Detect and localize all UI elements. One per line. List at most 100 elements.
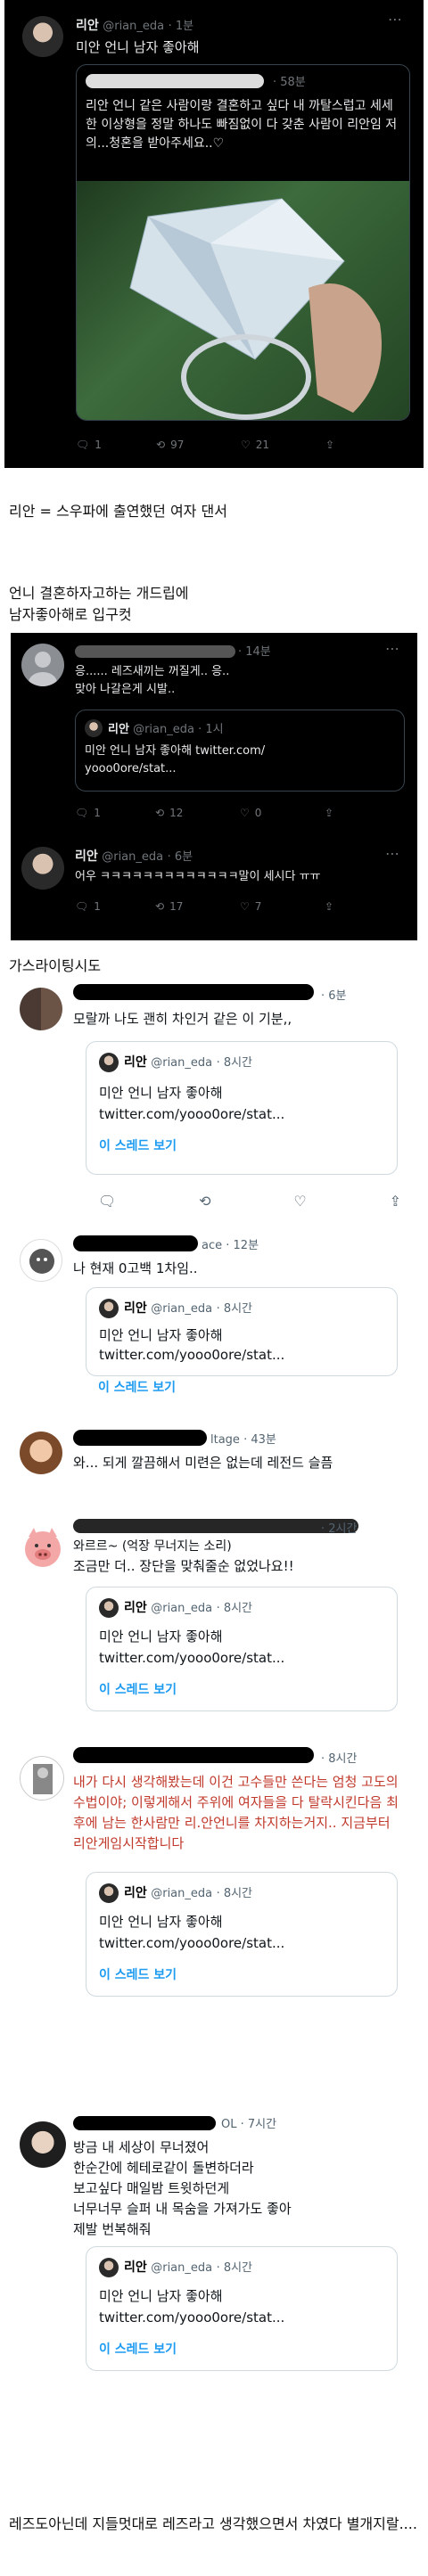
show-thread-link[interactable]: 이 스레드 보기	[99, 2340, 177, 2358]
tweet-actions: 🗨 1 ⟲ 17 ♡ 7 ⇪	[75, 900, 405, 913]
avatar[interactable]	[20, 2121, 66, 2168]
more-icon[interactable]: ⋯	[385, 640, 399, 657]
timestamp[interactable]: 8시간	[328, 1752, 357, 1766]
avatar	[99, 1299, 119, 1318]
avatar[interactable]	[20, 988, 62, 1030]
timestamp[interactable]: 6분	[328, 989, 346, 1003]
avatar[interactable]	[22, 16, 63, 57]
timestamp[interactable]: 7시간	[248, 2118, 276, 2131]
redacted-name	[73, 1747, 314, 1763]
share-icon[interactable]: ⇪	[390, 1193, 401, 1210]
quote-photo[interactable]	[77, 181, 409, 420]
quote-timestamp: 58분	[280, 76, 306, 89]
timestamp[interactable]: 12분	[234, 1239, 259, 1252]
reply-button[interactable]: 🗨 1	[76, 439, 156, 451]
handle[interactable]: @rian_eda	[103, 20, 164, 33]
quote-tweet[interactable]: 리안 @rian_eda · 8시간 미안 언니 남자 좋아해 twitter.…	[86, 1587, 398, 1711]
avatar	[99, 1598, 119, 1618]
share-button[interactable]: ⇪	[325, 807, 333, 819]
redacted-name	[73, 1235, 198, 1251]
tweet-actions: 🗨 1 ⟲ 97 ♡ 21 ⇪	[76, 439, 406, 451]
quote-tweet[interactable]: 리안 @rian_eda · 8시간 미안 언니 남자 좋아해 twitter.…	[86, 1287, 398, 1376]
quote-link[interactable]: twitter.com/yooo0ore/stat...	[99, 1347, 284, 1363]
reply-tweet: ace · 12분 나 현재 0고백 1차임.. 리안 @rian_eda · …	[0, 1230, 428, 1408]
caption: 언니 결혼하자고하는 개드립에 남자좋아해로 입구컷	[9, 585, 189, 623]
caption: 가스라이팅시도	[9, 957, 102, 974]
like-button[interactable]: ♡ 7	[240, 900, 325, 913]
avatar[interactable]	[20, 1432, 62, 1474]
quote-tweet[interactable]: 리안 @rian_eda · 8시간 미안 언니 남자 좋아해 twitter.…	[86, 1872, 398, 1997]
avatar	[99, 1053, 119, 1072]
avatar[interactable]	[20, 1756, 64, 1801]
quote-link[interactable]: twitter.com/yooo0ore/stat...	[99, 1106, 284, 1122]
tweet-actions: 🗨 ⟲ ♡ ⇪	[98, 1193, 401, 1210]
reply-tweet: ltage · 43분 와... 되게 깔끔해서 미련은 없는데 레전드 슬픔	[0, 1426, 428, 1506]
avatar[interactable]	[21, 847, 64, 890]
like-button[interactable]: ♡ 0	[240, 807, 325, 819]
caption: 리안 = 스우파에 출연했던 여자 댄서	[9, 503, 227, 520]
more-icon[interactable]: ⋯	[385, 845, 399, 862]
show-thread-link[interactable]: 이 스레드 보기	[99, 1680, 177, 1698]
timestamp[interactable]: 14분	[245, 645, 271, 659]
retweet-button[interactable]: ⟲ 12	[155, 807, 240, 819]
show-thread-link[interactable]: 이 스레드 보기	[99, 1965, 177, 1983]
redacted-name	[73, 2116, 216, 2130]
quote-tweet[interactable]: 리안 @rian_eda · 1시 미안 언니 남자 좋아해 twitter.c…	[75, 710, 405, 792]
timestamp[interactable]: 6분	[175, 850, 193, 864]
avatar	[99, 2258, 119, 2277]
quote-link[interactable]: twitter.com/yooo0ore/stat...	[99, 1935, 284, 1951]
quote-tweet[interactable]: 리안 @rian_eda · 8시간 미안 언니 남자 좋아해 twitter.…	[86, 1041, 398, 1175]
quote-handle: @rian_eda	[151, 1056, 213, 1070]
reply-icon[interactable]: 🗨	[98, 1193, 116, 1210]
quote-link[interactable]: twitter.com/yooo0ore/stat...	[99, 1650, 284, 1666]
quote-text: 미안 언니 남자 좋아해	[99, 1914, 223, 1930]
reply-tweet: · 8시간 내가 다시 생각해봤는데 이건 고수들만 쓴다는 엄청 고도의수법이…	[0, 1747, 428, 2095]
quote-tweet[interactable]: 리안 @rian_eda · 8시간 미안 언니 남자 좋아해 twitter.…	[86, 2246, 398, 2371]
reply-button[interactable]: 🗨 1	[75, 900, 155, 913]
avatar[interactable]	[20, 1524, 66, 1571]
avatar[interactable]	[20, 1239, 62, 1282]
display-name[interactable]: 리안	[75, 849, 98, 864]
avatar[interactable]	[21, 644, 64, 686]
handle[interactable]: ltage	[210, 1433, 240, 1447]
more-icon[interactable]: ⋯	[388, 11, 402, 28]
quote-display-name: 리안	[124, 1055, 147, 1070]
heart-icon: ♡	[240, 900, 250, 913]
share-button[interactable]: ⇪	[325, 439, 334, 451]
quote-link[interactable]: twitter.com/yooo0ore/stat...	[99, 2309, 284, 2326]
show-thread-link[interactable]: 이 스레드 보기	[99, 1136, 177, 1154]
quote-text: 리안 언니 같은 사람이랑 결혼하고 싶다 내 까탈스럽고 세세한 이상형을 정…	[86, 99, 398, 151]
handle[interactable]: ace	[202, 1239, 222, 1252]
timestamp[interactable]: 43분	[251, 1433, 276, 1447]
quote-text: 미안 언니 남자 좋아해	[99, 1327, 223, 1343]
heart-icon[interactable]: ♡	[293, 1193, 306, 1210]
redacted-name	[75, 645, 235, 658]
reply-tweet: · 2시간 와르르~ (억장 무너지는 소리) 조금만 더.. 장단을 맞춰줄순…	[0, 1515, 428, 1729]
quote-text: 미안 언니 남자 좋아해 twitter.com/ yooo0ore/stat.…	[85, 744, 266, 775]
timestamp[interactable]: 1분	[176, 20, 193, 33]
retweet-icon: ⟲	[155, 900, 165, 913]
display-name[interactable]: 와르르~ (억장 무너지는 소리)	[73, 1537, 232, 1555]
redacted-name	[73, 984, 314, 1000]
reply-button[interactable]: 🗨 1	[75, 807, 155, 819]
share-icon: ⇪	[325, 807, 334, 819]
share-button[interactable]: ⇪	[325, 900, 333, 913]
quote-text: 미안 언니 남자 좋아해	[99, 2288, 223, 2304]
reply-tweet: · 6분 모랄까 나도 괜히 차인거 같은 이 기분,, 리안 @rian_ed…	[0, 980, 428, 1230]
handle[interactable]: OL	[221, 2118, 236, 2131]
heart-icon: ♡	[241, 439, 251, 451]
tweet-text: 나 현재 0고백 1차임..	[73, 1260, 198, 1276]
show-thread-link[interactable]: 이 스레드 보기	[98, 1378, 176, 1396]
retweet-button[interactable]: ⟲ 17	[155, 900, 240, 913]
retweet-button[interactable]: ⟲ 97	[156, 439, 241, 451]
retweet-icon[interactable]: ⟲	[199, 1193, 210, 1210]
quote-tweet[interactable]: · 58분 리안 언니 같은 사람이랑 결혼하고 싶다 내 까탈스럽고 세세한 …	[76, 64, 410, 421]
timestamp[interactable]: 2시간	[328, 1522, 357, 1536]
handle[interactable]: @rian_eda	[102, 850, 163, 864]
avatar	[85, 719, 103, 737]
like-button[interactable]: ♡ 21	[241, 439, 325, 451]
quote-display-name: 리안	[108, 723, 129, 736]
tweet-card-2: · 14분 ⋯ 응...... 레즈새끼는 꺼질게.. 응.. 맞아 나갈은게 …	[11, 633, 417, 940]
redacted-name	[86, 74, 264, 88]
display-name[interactable]: 리안	[76, 19, 99, 33]
